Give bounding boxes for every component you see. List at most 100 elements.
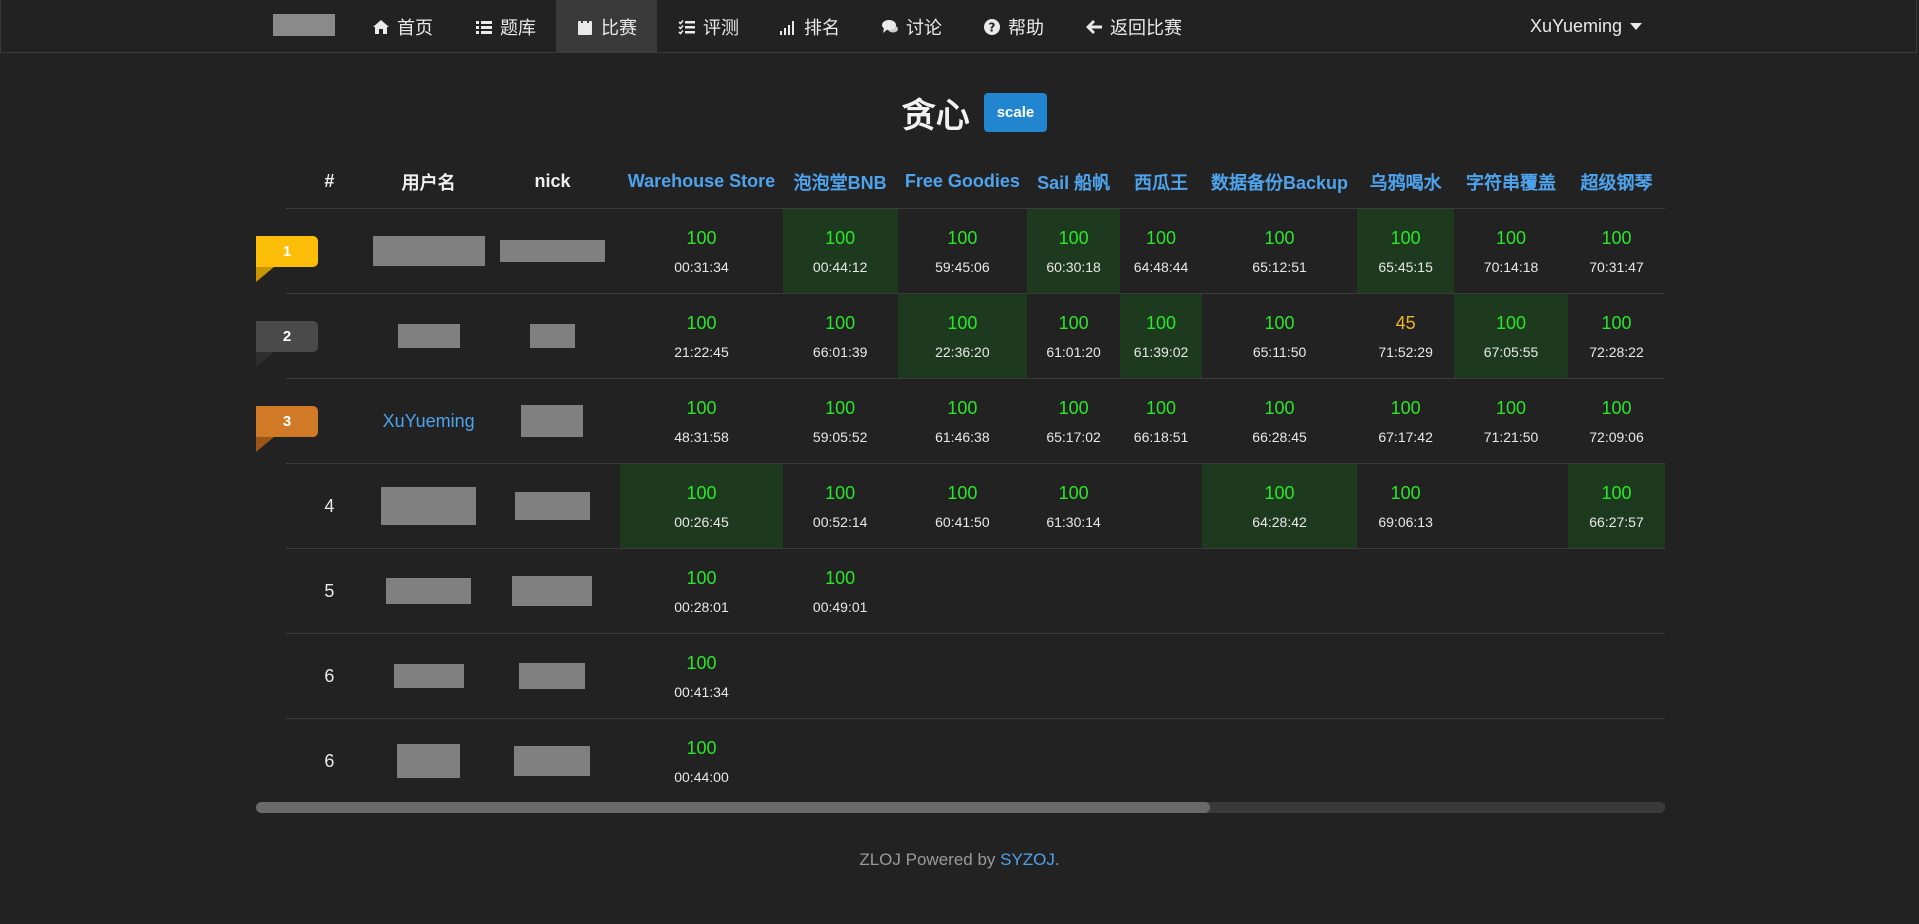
score-value[interactable]: 100: [1027, 482, 1120, 504]
score-value[interactable]: 100: [1454, 312, 1568, 334]
nav-back-contest[interactable]: 返回比赛: [1065, 0, 1202, 53]
score-cell[interactable]: 100 65:12:51: [1201, 208, 1358, 294]
score-cell[interactable]: 100 00:28:01: [620, 548, 783, 634]
username-link[interactable]: XuYueming: [383, 411, 475, 431]
score-value[interactable]: 45: [1357, 312, 1454, 334]
score-cell[interactable]: 100 72:09:06: [1568, 378, 1665, 464]
score-cell[interactable]: 100 65:17:02: [1027, 378, 1121, 464]
score-value[interactable]: 100: [1454, 397, 1568, 419]
problem-header[interactable]: 超级钢琴: [1568, 155, 1665, 209]
problem-header[interactable]: Free Goodies: [897, 155, 1028, 209]
problem-header[interactable]: 西瓜王: [1120, 155, 1202, 209]
score-cell[interactable]: 100 00:44:00: [620, 718, 783, 804]
nav-help[interactable]: ? 帮助: [963, 0, 1064, 53]
score-cell[interactable]: 100 61:39:02: [1120, 293, 1202, 379]
nav-ranking[interactable]: 排名: [759, 0, 860, 53]
redacted-username[interactable]: [397, 744, 461, 778]
problem-header[interactable]: 泡泡堂BNB: [782, 155, 898, 209]
score-cell[interactable]: 100 65:45:15: [1357, 208, 1455, 294]
score-value[interactable]: 100: [1027, 397, 1120, 419]
problem-header[interactable]: Warehouse Store: [620, 155, 783, 209]
score-cell[interactable]: 100 66:18:51: [1120, 378, 1202, 464]
score-value[interactable]: 100: [898, 482, 1027, 504]
score-value[interactable]: 100: [620, 482, 782, 504]
score-value[interactable]: 100: [783, 397, 898, 419]
score-value[interactable]: 100: [1357, 227, 1454, 249]
score-value[interactable]: 100: [1357, 482, 1454, 504]
user-dropdown[interactable]: XuYueming: [1530, 0, 1643, 53]
nav-home[interactable]: 首页: [352, 0, 453, 53]
score-value[interactable]: 100: [1027, 227, 1120, 249]
score-cell[interactable]: 100 70:31:47: [1568, 208, 1665, 294]
score-cell[interactable]: 100 00:44:12: [782, 208, 898, 294]
score-cell[interactable]: 100 64:48:44: [1120, 208, 1202, 294]
nav-judge[interactable]: 评测: [658, 0, 759, 53]
redacted-username[interactable]: [381, 487, 477, 525]
score-cell[interactable]: 100 67:17:42: [1357, 378, 1455, 464]
score-value[interactable]: 100: [1454, 227, 1568, 249]
score-value[interactable]: 100: [1202, 227, 1357, 249]
score-value[interactable]: 100: [783, 312, 898, 334]
score-cell[interactable]: 100 59:05:52: [782, 378, 898, 464]
score-cell[interactable]: 100 00:52:14: [782, 463, 898, 549]
redacted-username[interactable]: [372, 236, 485, 266]
score-value[interactable]: 100: [783, 227, 898, 249]
score-value[interactable]: 100: [620, 227, 782, 249]
score-value[interactable]: 100: [1120, 397, 1202, 419]
redacted-username[interactable]: [397, 324, 460, 348]
score-cell[interactable]: 100 21:22:45: [620, 293, 783, 379]
score-value[interactable]: 100: [898, 227, 1027, 249]
score-cell[interactable]: 100 59:45:06: [897, 208, 1028, 294]
score-cell[interactable]: 45 71:52:29: [1357, 293, 1455, 379]
score-cell[interactable]: 100 66:28:45: [1201, 378, 1358, 464]
score-cell[interactable]: 100 61:46:38: [897, 378, 1028, 464]
score-value[interactable]: 100: [898, 397, 1027, 419]
syzoj-link[interactable]: SYZOJ: [1000, 850, 1055, 869]
score-cell[interactable]: 100 69:06:13: [1357, 463, 1455, 549]
problem-header[interactable]: 乌鸦喝水: [1357, 155, 1455, 209]
score-value[interactable]: 100: [1202, 312, 1357, 334]
score-cell[interactable]: 100 66:27:57: [1568, 463, 1665, 549]
problem-header[interactable]: 字符串覆盖: [1454, 155, 1569, 209]
score-cell[interactable]: 100 67:05:55: [1454, 293, 1569, 379]
score-cell[interactable]: 100 00:41:34: [620, 633, 783, 719]
score-cell[interactable]: 100 48:31:58: [620, 378, 783, 464]
score-cell[interactable]: 100 00:49:01: [782, 548, 898, 634]
score-value[interactable]: 100: [1568, 397, 1665, 419]
problem-header[interactable]: 数据备份Backup: [1201, 155, 1358, 209]
score-value[interactable]: 100: [898, 312, 1027, 334]
nav-problems[interactable]: 题库: [455, 0, 556, 53]
score-cell[interactable]: 100 60:41:50: [897, 463, 1028, 549]
score-value[interactable]: 100: [1120, 312, 1202, 334]
score-value[interactable]: 100: [1568, 312, 1665, 334]
score-value[interactable]: 100: [1027, 312, 1120, 334]
score-value[interactable]: 100: [1202, 482, 1357, 504]
score-cell[interactable]: 100 61:30:14: [1027, 463, 1121, 549]
ranklist-table-container[interactable]: # 用户名 nick Warehouse Store 泡泡堂BNB Free G…: [286, 155, 1665, 808]
nav-contest[interactable]: 比赛: [556, 0, 657, 53]
scrollbar-thumb[interactable]: [256, 802, 1210, 813]
score-cell[interactable]: 100 70:14:18: [1454, 208, 1569, 294]
score-value[interactable]: 100: [1202, 397, 1357, 419]
horizontal-scrollbar[interactable]: [256, 802, 1665, 813]
redacted-username[interactable]: [386, 578, 472, 604]
score-value[interactable]: 100: [783, 567, 898, 589]
score-cell[interactable]: 100 65:11:50: [1201, 293, 1358, 379]
score-cell[interactable]: 100 64:28:42: [1201, 463, 1358, 549]
score-cell[interactable]: 100 61:01:20: [1027, 293, 1121, 379]
score-cell[interactable]: 100 60:30:18: [1027, 208, 1121, 294]
score-value[interactable]: 100: [783, 482, 898, 504]
score-value[interactable]: 100: [620, 737, 782, 759]
score-value[interactable]: 100: [1357, 397, 1454, 419]
score-value[interactable]: 100: [1568, 482, 1665, 504]
score-cell[interactable]: 100 22:36:20: [897, 293, 1028, 379]
score-cell[interactable]: 100 00:31:34: [620, 208, 783, 294]
score-value[interactable]: 100: [620, 312, 782, 334]
score-cell[interactable]: 100 00:26:45: [620, 463, 783, 549]
score-value[interactable]: 100: [620, 652, 782, 674]
score-cell[interactable]: 100 71:21:50: [1454, 378, 1569, 464]
nav-discuss[interactable]: 讨论: [861, 0, 962, 53]
score-value[interactable]: 100: [1568, 227, 1665, 249]
redacted-username[interactable]: [393, 664, 464, 688]
score-value[interactable]: 100: [620, 567, 782, 589]
